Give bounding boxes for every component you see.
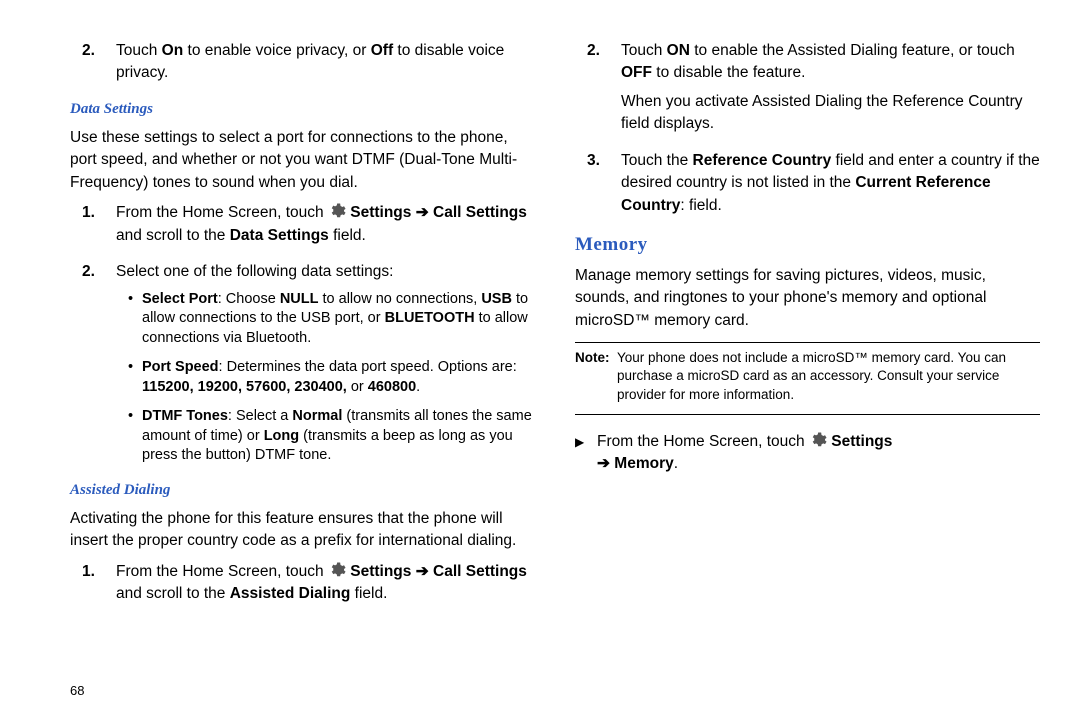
assisted-dialing-intro: Activating the phone for this feature en… bbox=[70, 508, 535, 553]
step-item: 3. Touch the Reference Country field and… bbox=[575, 150, 1040, 217]
gear-icon bbox=[809, 431, 827, 449]
bold-text: Long bbox=[264, 428, 299, 444]
bold-text: On bbox=[162, 42, 184, 59]
body-text: and scroll to the bbox=[116, 227, 230, 244]
step-number: 1. bbox=[82, 202, 95, 224]
body-text: and scroll to the bbox=[116, 585, 230, 602]
bold-text: Normal bbox=[292, 408, 342, 424]
body-text: : field. bbox=[680, 197, 721, 214]
bold-text: BLUETOOTH bbox=[385, 310, 475, 326]
step-item: 2. Touch On to enable voice privacy, or … bbox=[70, 40, 535, 85]
voice-privacy-steps: 2. Touch On to enable voice privacy, or … bbox=[70, 40, 535, 85]
data-settings-bullets: Select Port: Choose NULL to allow no con… bbox=[116, 290, 535, 467]
bold-text: 460800 bbox=[368, 379, 416, 395]
body-text: When you activate Assisted Dialing the R… bbox=[621, 93, 1023, 132]
arrow-text: ➔ bbox=[411, 563, 433, 580]
step-item: 1. From the Home Screen, touch Settings … bbox=[70, 561, 535, 606]
body-text: field. bbox=[350, 585, 387, 602]
body-text: From the Home Screen, touch bbox=[116, 563, 328, 580]
bold-text: Data Settings bbox=[230, 227, 329, 244]
step-number: 2. bbox=[82, 40, 95, 62]
data-settings-steps: 1. From the Home Screen, touch Settings … bbox=[70, 202, 535, 466]
bold-text: Settings bbox=[350, 204, 411, 221]
note-box: Note: Your phone does not include a micr… bbox=[575, 342, 1040, 415]
assisted-dialing-steps: 1. From the Home Screen, touch Settings … bbox=[70, 561, 535, 606]
body-text: to disable the feature. bbox=[652, 64, 805, 81]
bold-text: 115200, 19200, 57600, 230400, bbox=[142, 379, 347, 395]
bold-text: Select Port bbox=[142, 291, 218, 307]
memory-intro: Manage memory settings for saving pictur… bbox=[575, 265, 1040, 332]
bold-text: Port Speed bbox=[142, 359, 219, 375]
step-number: 2. bbox=[82, 261, 95, 283]
bold-text: Call Settings bbox=[433, 563, 527, 580]
list-item: Port Speed: Determines the data port spe… bbox=[128, 358, 535, 397]
bold-text: Assisted Dialing bbox=[230, 585, 351, 602]
body-text: to allow no connections, bbox=[319, 291, 482, 307]
memory-heading: Memory bbox=[575, 231, 1040, 259]
body-text: Touch bbox=[116, 42, 162, 59]
assisted-dialing-steps-cont: 2. Touch ON to enable the Assisted Diali… bbox=[575, 40, 1040, 217]
body-text: to enable voice privacy, or bbox=[183, 42, 371, 59]
step-item: 1. From the Home Screen, touch Settings … bbox=[70, 202, 535, 247]
data-settings-intro: Use these settings to select a port for … bbox=[70, 127, 535, 194]
step-item: 2. Select one of the following data sett… bbox=[70, 261, 535, 466]
bold-text: Settings bbox=[831, 433, 892, 450]
arrow-text: ➔ bbox=[411, 204, 433, 221]
body-text: to enable the Assisted Dialing feature, … bbox=[690, 42, 1015, 59]
document-page: 2. Touch On to enable voice privacy, or … bbox=[0, 0, 1080, 720]
list-item: Select Port: Choose NULL to allow no con… bbox=[128, 290, 535, 349]
bold-text: NULL bbox=[280, 291, 319, 307]
body-text: : Determines the data port speed. Option… bbox=[219, 359, 517, 375]
right-column: 2. Touch ON to enable the Assisted Diali… bbox=[575, 40, 1040, 710]
bold-text: DTMF Tones bbox=[142, 408, 228, 424]
body-text: . bbox=[674, 455, 678, 472]
arrow-text: ➔ bbox=[597, 455, 614, 472]
data-settings-heading: Data Settings bbox=[70, 99, 535, 121]
note-label: Note: bbox=[575, 349, 610, 367]
left-column: 2. Touch On to enable voice privacy, or … bbox=[70, 40, 535, 710]
gear-icon bbox=[328, 202, 346, 220]
list-item: DTMF Tones: Select a Normal (transmits a… bbox=[128, 407, 535, 466]
body-text: : Select a bbox=[228, 408, 292, 424]
bold-text: ON bbox=[667, 42, 690, 59]
body-text: From the Home Screen, touch bbox=[116, 204, 328, 221]
gear-icon bbox=[328, 561, 346, 579]
bold-text: Memory bbox=[614, 455, 673, 472]
step-number: 2. bbox=[587, 40, 600, 62]
triangle-bullet-icon: ▶ bbox=[575, 434, 590, 451]
bold-text: Call Settings bbox=[433, 204, 527, 221]
step-item: 2. Touch ON to enable the Assisted Diali… bbox=[575, 40, 1040, 136]
memory-step: ▶ From the Home Screen, touch Settings ➔… bbox=[575, 431, 1040, 476]
body-text: Touch bbox=[621, 42, 667, 59]
bold-text: Reference Country bbox=[693, 152, 832, 169]
body-text: Touch the bbox=[621, 152, 693, 169]
step-number: 1. bbox=[82, 561, 95, 583]
body-text: . bbox=[416, 379, 420, 395]
bold-text: Settings bbox=[350, 563, 411, 580]
body-text: field. bbox=[329, 227, 366, 244]
body-text: From the Home Screen, touch bbox=[597, 433, 809, 450]
step-number: 3. bbox=[587, 150, 600, 172]
note-body: Your phone does not include a microSD™ m… bbox=[575, 349, 1040, 404]
body-text: or bbox=[347, 379, 368, 395]
bold-text: Off bbox=[371, 42, 393, 59]
page-number: 68 bbox=[70, 683, 84, 698]
assisted-dialing-heading: Assisted Dialing bbox=[70, 480, 535, 502]
body-text: Select one of the following data setting… bbox=[116, 263, 393, 280]
bold-text: OFF bbox=[621, 64, 652, 81]
bold-text: USB bbox=[481, 291, 512, 307]
body-text: : Choose bbox=[218, 291, 280, 307]
